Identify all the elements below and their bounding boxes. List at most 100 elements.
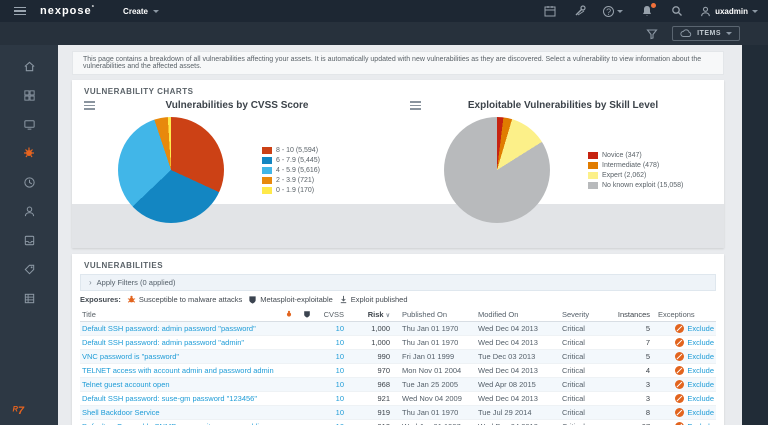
vulnerability-title-link[interactable]: VNC password is "password" [82,352,280,361]
legend-swatch-icon [588,171,598,179]
exclude-link[interactable]: Exclude [687,366,714,375]
exclude-link[interactable]: Exclude [687,408,714,417]
vulnerability-title-link[interactable]: Default SSH password: admin password "ad… [82,338,280,347]
exclude-icon [675,408,685,417]
apply-filters-bar[interactable]: › Apply Filters (0 applied) [80,274,716,291]
header-severity[interactable]: Severity [562,310,610,319]
header-risk[interactable]: Risk ∨ [348,310,394,319]
vulnerability-title-link[interactable]: Telnet guest account open [82,380,280,389]
page-description-banner: This page contains a breakdown of all vu… [72,51,724,75]
vulnerabilities-icon[interactable] [22,146,36,160]
assets-icon[interactable] [22,88,36,102]
legend-swatch-icon [588,181,598,189]
chart-menu-icon[interactable] [84,101,95,110]
legend-swatch-icon [262,176,272,184]
cvss-score-link[interactable]: 10 [316,380,348,389]
exclude-link[interactable]: Exclude [687,324,714,333]
header-metasploit-icon[interactable] [298,310,316,318]
legend-swatch-icon [588,161,598,169]
header-published[interactable]: Published On [394,310,478,319]
tags-icon[interactable] [22,262,36,276]
main-content: This page contains a breakdown of all vu… [58,45,742,425]
items-label: ITEMS [697,30,721,37]
charts-section-title: VULNERABILITY CHARTS [84,87,194,96]
cvss-score-link[interactable]: 10 [316,394,348,403]
vulnerability-title-link[interactable]: Default SSH password: admin password "pa… [82,324,280,333]
cvss-score-link[interactable]: 10 [316,366,348,375]
menu-hamburger-icon[interactable] [14,6,26,16]
help-icon[interactable]: ? [603,5,624,18]
exclude-link[interactable]: Exclude [687,352,714,361]
users-icon[interactable] [22,204,36,218]
header-malware-icon[interactable] [280,310,298,318]
vulnerability-title-link[interactable]: Default SSH password: suse-gm password "… [82,394,280,403]
risk-score: 919 [377,408,390,417]
exclude-link[interactable]: Exclude [687,380,714,389]
cvss-score-chart-panel: Vulnerabilities by CVSS Score 8 - 10 (5,… [72,98,398,225]
chart-menu-icon[interactable] [410,101,421,110]
legend-item: 4 - 5.9 (5,616) [262,166,320,174]
vulnerability-title-link[interactable]: TELNET access with account admin and pas… [82,366,280,375]
malware-exposure-item: Susceptible to malware attacks [127,295,242,304]
published-date: Mon Nov 01 2004 [402,366,462,375]
header-exceptions[interactable]: Exceptions [652,310,714,319]
header-modified[interactable]: Modified On [478,310,562,319]
severity-value: Critical [562,324,585,333]
items-dropdown-button[interactable]: ITEMS [672,26,740,41]
risk-score: 968 [377,380,390,389]
expand-caret-icon: › [89,278,92,287]
legend-swatch-icon [262,186,272,194]
page-description-text: This page contains a breakdown of all vu… [83,56,702,70]
legend-item: 2 - 3.9 (721) [262,176,320,184]
filter-funnel-icon[interactable] [645,27,658,40]
legend-item: Intermediate (478) [588,161,683,169]
legend-label: Intermediate (478) [602,161,660,169]
rapid7-logo: ᴿ7 [12,405,24,417]
exclude-link[interactable]: Exclude [687,394,714,403]
notifications-icon[interactable] [640,2,657,18]
exclude-link[interactable]: Exclude [687,338,714,347]
modified-date: Wed Dec 04 2013 [478,338,538,347]
legend-label: No known exploit (15,058) [602,181,684,189]
administration-icon[interactable] [22,291,36,305]
modified-date: Wed Apr 08 2015 [478,380,536,389]
cvss-score-link[interactable]: 10 [316,408,348,417]
risk-score: 1,000 [371,338,390,347]
cvss-score-link[interactable]: 10 [316,352,348,361]
reports-icon[interactable] [22,233,36,247]
legend-label: 2 - 3.9 (721) [276,176,315,184]
cvss-score-link[interactable]: 10 [316,324,348,333]
legend-label: 4 - 5.9 (5,616) [276,166,320,174]
notification-badge [651,2,657,8]
cvss-score-link[interactable]: 10 [316,338,348,347]
legend-item: 8 - 10 (5,594) [262,146,320,154]
modified-date: Wed Dec 04 2013 [478,394,538,403]
header-instances[interactable]: Instances [610,310,652,319]
risk-score: 990 [377,352,390,361]
header-cvss[interactable]: CVSS [316,310,348,319]
instances-count: 4 [645,366,650,375]
create-button[interactable]: Create [123,7,159,16]
severity-value: Critical [562,394,585,403]
home-icon[interactable] [22,59,36,73]
cloud-icon [680,29,692,37]
apply-filters-label: Apply Filters (0 applied) [96,278,176,287]
vulnerability-title-link[interactable]: Shell Backdoor Service [82,408,280,417]
calendar-icon[interactable] [543,5,556,18]
instances-count: 3 [645,394,650,403]
skill-level-pie-chart[interactable] [444,117,550,223]
exclude-icon [675,394,685,403]
tools-icon[interactable] [573,5,586,18]
exclude-icon [675,352,685,361]
chevron-down-icon [726,32,732,35]
cvss-pie-chart[interactable] [118,117,224,223]
header-title[interactable]: Title [82,310,280,319]
modified-date: Tue Dec 03 2013 [478,352,536,361]
legend-item: No known exploit (15,058) [588,181,684,189]
sites-icon[interactable] [22,117,36,131]
search-icon[interactable] [670,5,683,18]
user-menu[interactable]: uxadmin [700,6,758,17]
chart-title: Vulnerabilities by CVSS Score [165,100,309,111]
policies-icon[interactable] [22,175,36,189]
left-sidebar: ᴿ7 [0,45,58,425]
